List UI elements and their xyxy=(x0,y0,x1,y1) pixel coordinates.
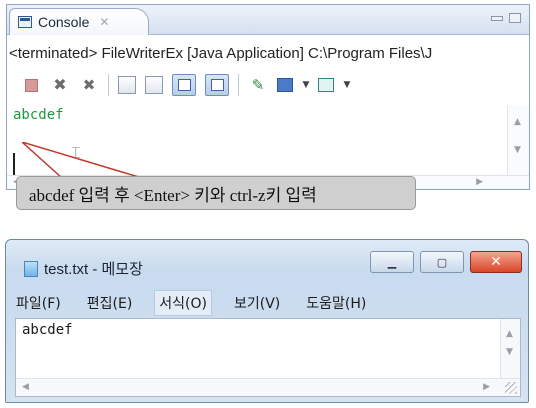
close-button[interactable]: ✕ xyxy=(470,251,522,273)
console-toolbar: ✖ ✖ ✎ ▼ ▼ xyxy=(7,67,529,103)
terminate-icon[interactable] xyxy=(21,75,41,95)
notepad-vertical-scrollbar[interactable]: ▲ ▼ xyxy=(500,319,520,379)
toolbar-separator xyxy=(238,74,239,96)
scroll-right-icon[interactable]: ▶ xyxy=(476,177,483,187)
launch-info-label: <terminated> FileWriterEx [Java Applicat… xyxy=(9,45,433,62)
notepad-window: test.txt - 메모장 ▁ ▢ ✕ 파일(F) 편집(E) 서식(O) 보… xyxy=(5,239,529,403)
chevron-down-icon[interactable]: ▼ xyxy=(302,75,310,95)
mouse-cursor-icon: ⌶ xyxy=(71,143,81,162)
console-vertical-scrollbar[interactable]: ▲ ▼ xyxy=(507,105,529,183)
menu-view[interactable]: 보기(V) xyxy=(230,291,284,315)
open-console-icon[interactable] xyxy=(318,78,334,92)
window-title: test.txt - 메모장 xyxy=(44,261,143,278)
notepad-text-area[interactable]: abcdef ▲ ▼ ◀ ▶ xyxy=(15,318,521,397)
show-on-stderr-icon[interactable] xyxy=(205,74,229,96)
maximize-button[interactable]: ▢ xyxy=(420,251,464,273)
menu-edit[interactable]: 편집(E) xyxy=(83,291,137,315)
scroll-left-icon[interactable]: ◀ xyxy=(22,382,29,392)
text-caret xyxy=(13,153,15,175)
notepad-horizontal-scrollbar[interactable]: ◀ ▶ xyxy=(16,378,520,396)
show-on-stdout-icon[interactable] xyxy=(172,74,196,96)
clear-console-icon[interactable] xyxy=(118,76,136,94)
menu-file[interactable]: 파일(F) xyxy=(12,291,65,315)
minimize-view-button[interactable] xyxy=(491,16,503,21)
notepad-title-bar[interactable]: test.txt - 메모장 ▁ ▢ ✕ xyxy=(6,240,528,290)
scroll-lock-icon[interactable] xyxy=(145,76,163,94)
pin-console-icon[interactable]: ✎ xyxy=(248,75,268,95)
scroll-right-icon[interactable]: ▶ xyxy=(483,382,490,392)
menu-help[interactable]: 도움말(H) xyxy=(302,291,370,315)
console-tab-bar: Console ✕ xyxy=(7,5,529,35)
console-tab-label: Console xyxy=(38,14,90,30)
minimize-button[interactable]: ▁ xyxy=(370,251,414,273)
notepad-content: abcdef xyxy=(22,322,73,338)
notepad-icon xyxy=(24,261,38,277)
resize-grip-icon[interactable] xyxy=(505,382,517,394)
console-tab[interactable]: Console ✕ xyxy=(9,8,149,35)
scroll-up-icon[interactable]: ▲ xyxy=(506,329,513,339)
menu-bar: 파일(F) 편집(E) 서식(O) 보기(V) 도움말(H) xyxy=(12,290,522,316)
scroll-up-icon[interactable]: ▲ xyxy=(514,117,521,127)
close-icon[interactable]: ✕ xyxy=(99,15,109,29)
scroll-down-icon[interactable]: ▼ xyxy=(514,145,521,155)
maximize-view-button[interactable] xyxy=(509,13,521,23)
console-icon xyxy=(18,16,32,28)
toolbar-separator xyxy=(108,74,109,96)
menu-format[interactable]: 서식(O) xyxy=(154,290,212,316)
scroll-down-icon[interactable]: ▼ xyxy=(506,347,513,357)
display-selected-console-icon[interactable] xyxy=(277,78,293,92)
eclipse-console-panel: Console ✕ <terminated> FileWriterEx [Jav… xyxy=(6,4,530,190)
remove-all-terminated-icon[interactable]: ✖ xyxy=(79,75,99,95)
annotation-callout: abcdef 입력 후 <Enter> 키와 ctrl-z키 입력 xyxy=(16,176,416,210)
chevron-down-icon[interactable]: ▼ xyxy=(343,75,351,95)
remove-launch-icon[interactable]: ✖ xyxy=(50,75,70,95)
callout-text: abcdef 입력 후 <Enter> 키와 ctrl-z키 입력 xyxy=(29,185,317,205)
console-output-text: abcdef xyxy=(13,107,64,123)
